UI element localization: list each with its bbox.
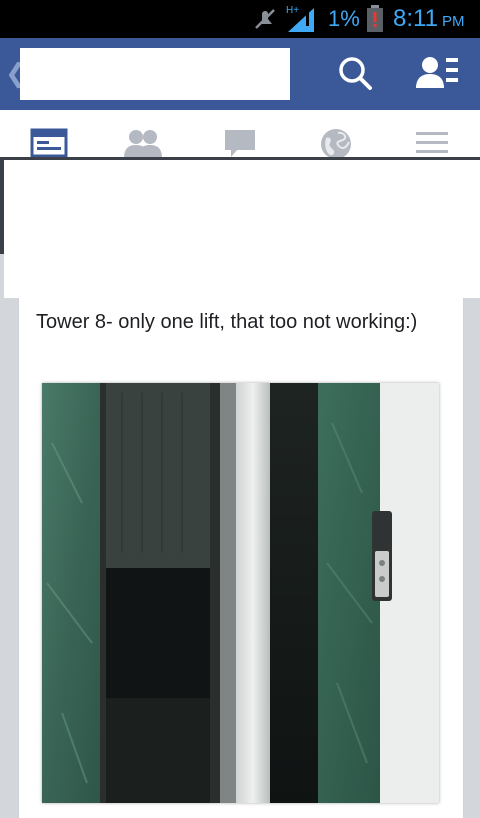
- friends-requests-icon: [124, 130, 162, 158]
- status-bar: H+ 1% 8:11 PM: [0, 0, 480, 38]
- post-text: Tower 8- only one lift, that too not wor…: [36, 311, 418, 333]
- search-input[interactable]: [20, 48, 290, 100]
- mute-icon: [252, 0, 278, 38]
- battery-low-icon: [367, 0, 383, 38]
- news-feed-icon: [30, 128, 68, 158]
- tab-bar-divider: [0, 157, 480, 160]
- blank-overlay-panel: [4, 162, 480, 298]
- battery-percent: 1%: [328, 6, 360, 31]
- elevator-photo[interactable]: [42, 383, 439, 803]
- app-bar: ❮: [0, 38, 480, 110]
- clock-ampm: PM: [441, 13, 465, 30]
- messages-icon: [225, 130, 255, 157]
- search-icon[interactable]: [334, 52, 378, 96]
- tab-bar: [0, 110, 480, 162]
- svg-text:H+: H+: [286, 5, 299, 16]
- globe-icon: [321, 129, 351, 159]
- signal-icon: H+: [286, 0, 318, 38]
- clock: 8:11 PM: [393, 0, 464, 38]
- friends-icon[interactable]: [412, 52, 462, 96]
- menu-icon: [416, 132, 448, 153]
- clock-time: 8:11: [393, 5, 438, 32]
